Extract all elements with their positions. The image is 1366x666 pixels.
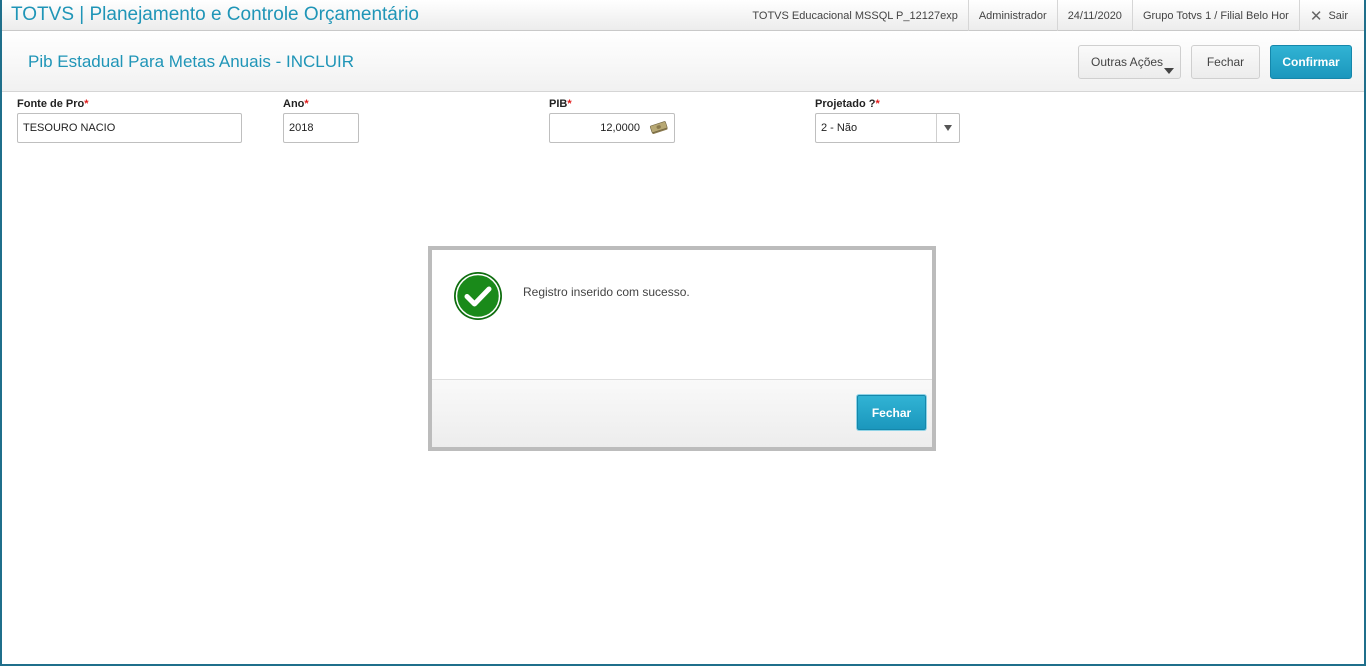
other-actions-button[interactable]: Outras Ações: [1078, 45, 1181, 79]
money-icon[interactable]: [649, 121, 669, 135]
projetado-dropdown-button[interactable]: [936, 114, 959, 142]
field-ano: Ano* 2018: [283, 98, 359, 143]
exit-button[interactable]: ✕ Sair: [1298, 0, 1358, 31]
chevron-down-icon: [944, 125, 952, 131]
close-button[interactable]: Fechar: [1191, 45, 1260, 79]
ano-label: Ano*: [283, 98, 309, 110]
field-projetado: Projetado ?* 2 - Não: [815, 98, 960, 143]
projetado-value: 2 - Não: [821, 122, 858, 134]
page-title: Pib Estadual Para Metas Anuais - INCLUIR: [28, 52, 354, 71]
exit-label: Sair: [1328, 9, 1348, 22]
projetado-label: Projetado ?*: [815, 98, 880, 110]
page-header: Pib Estadual Para Metas Anuais - INCLUIR…: [2, 32, 1364, 92]
projetado-select[interactable]: 2 - Não: [815, 113, 960, 143]
dialog-message: Registro inserido com sucesso.: [523, 285, 690, 299]
other-actions-label: Outras Ações: [1091, 55, 1164, 69]
ano-input[interactable]: 2018: [283, 113, 359, 143]
dialog-body: Registro inserido com sucesso.: [432, 250, 932, 380]
app-title: TOTVS | Planejamento e Controle Orçament…: [11, 4, 419, 25]
pib-value: 12,0000: [600, 122, 640, 134]
date-label[interactable]: 24/11/2020: [1056, 0, 1132, 31]
chevron-down-icon: [1164, 68, 1174, 74]
environment-label[interactable]: TOTVS Educacional MSSQL P_12127exp: [742, 0, 967, 31]
dialog-close-button[interactable]: Fechar: [857, 395, 926, 430]
top-bar: TOTVS | Planejamento e Controle Orçament…: [0, 0, 1366, 31]
fonte-input[interactable]: TESOURO NACIO: [17, 113, 242, 143]
fonte-label: Fonte de Pro*: [17, 98, 89, 110]
session-info: TOTVS Educacional MSSQL P_12127exp Admin…: [742, 0, 1358, 31]
success-dialog: Registro inserido com sucesso. Fechar: [428, 246, 936, 451]
pib-input[interactable]: 12,0000: [549, 113, 675, 143]
pib-label: PIB*: [549, 98, 572, 110]
field-fonte: Fonte de Pro* TESOURO NACIO: [17, 98, 242, 143]
dialog-footer: Fechar: [432, 380, 932, 447]
check-circle-icon: [454, 272, 502, 320]
branch-label[interactable]: Grupo Totvs 1 / Filial Belo Hor: [1131, 0, 1299, 31]
confirm-button[interactable]: Confirmar: [1270, 45, 1352, 79]
field-pib: PIB* 12,0000: [549, 98, 675, 143]
user-label[interactable]: Administrador: [967, 0, 1057, 31]
close-icon: ✕: [1309, 7, 1323, 25]
